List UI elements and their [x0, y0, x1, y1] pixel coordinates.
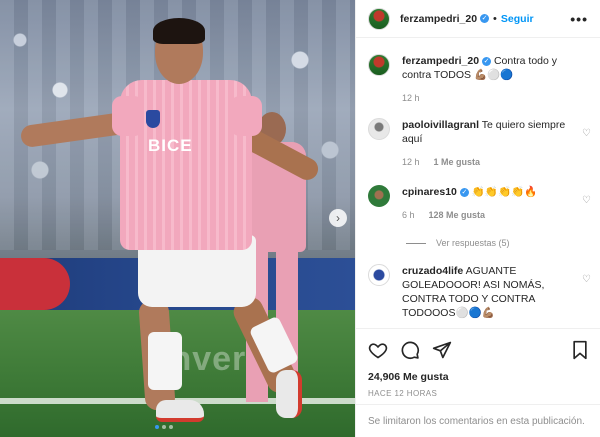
heart-icon[interactable]: ♡: [582, 128, 591, 139]
comments-limited-notice: Se limitaron los comentarios en esta pub…: [356, 404, 600, 437]
comment-time: 12 h: [402, 93, 420, 103]
like-heart-icon[interactable]: [368, 340, 388, 360]
player-left-sock: [148, 332, 182, 390]
author-username[interactable]: ferzampedri_20: [400, 13, 477, 25]
comment-body: ferzampedri_20 ✓ Contra todo y contra TOD…: [402, 54, 572, 105]
header-separator: •: [493, 12, 497, 25]
comment-text: 👏👏👏👏🔥: [471, 186, 538, 198]
comment-likes[interactable]: 128 Me gusta: [429, 208, 486, 222]
comment-body: paoloivillagranl Te quiero siempre aquí …: [402, 118, 572, 169]
post-actions: 24,906 Me gusta HACE 12 HORAS: [356, 328, 600, 398]
view-replies-label: Ver respuestas (5): [436, 238, 510, 248]
avatar[interactable]: [368, 7, 390, 30]
comment-time: 12 h: [402, 157, 420, 167]
comment: paoloivillagranl Te quiero siempre aquí …: [368, 118, 593, 169]
avatar[interactable]: [368, 54, 390, 76]
carousel-dots: [155, 425, 173, 429]
player-right-sleeve: [230, 96, 262, 136]
avatar[interactable]: [368, 185, 390, 207]
carousel-dot: [162, 425, 166, 429]
comment-username[interactable]: cpinares10: [402, 186, 457, 198]
post-timestamp[interactable]: HACE 12 HORAS: [368, 389, 589, 398]
comment: cpinares10 ✓ 👏👏👏👏🔥 6 h 128 Me gusta ♡: [368, 185, 593, 222]
comment-meta: 12 h: [402, 91, 572, 105]
verified-badge-icon: ✓: [482, 57, 492, 66]
follow-button[interactable]: Seguir: [501, 13, 534, 25]
comment-meta: 12 h 1 Me gusta: [402, 155, 572, 169]
main-player: BICE: [19, 10, 322, 437]
post-photo[interactable]: inversio BICE ›: [0, 0, 355, 437]
heart-icon[interactable]: ♡: [582, 195, 591, 206]
post-sidebar: ferzampedri_20 ✓ • Seguir ••• ferzampedr…: [355, 0, 600, 437]
carousel-next-icon[interactable]: ›: [329, 209, 347, 227]
comment-username[interactable]: ferzampedri_20: [402, 55, 479, 67]
action-icons: [368, 339, 589, 361]
verified-badge-icon: ✓: [480, 14, 490, 23]
comment-username[interactable]: cruzado4life: [402, 265, 463, 277]
verified-badge-icon: ✓: [459, 188, 469, 197]
comment-icon[interactable]: [400, 340, 420, 360]
carousel-dot: [155, 425, 159, 429]
share-icon[interactable]: [432, 340, 452, 360]
comment-body: cruzado4life AGUANTE GOLEADOOOR! ASI NOM…: [402, 264, 572, 320]
player-hair: [153, 18, 205, 44]
replies-divider: [406, 242, 426, 244]
bookmark-icon[interactable]: [571, 340, 589, 360]
comments-list: ferzampedri_20 ✓ Contra todo y contra TOD…: [356, 38, 600, 326]
carousel-dot: [169, 425, 173, 429]
avatar[interactable]: [368, 264, 390, 286]
more-options-icon[interactable]: •••: [570, 11, 588, 27]
comment: cruzado4life AGUANTE GOLEADOOOR! ASI NOM…: [368, 264, 593, 320]
comment-meta: 6 h 128 Me gusta: [402, 208, 572, 222]
comment-body: cpinares10 ✓ 👏👏👏👏🔥 6 h 128 Me gusta: [402, 185, 572, 222]
like-count[interactable]: 24,906 Me gusta: [368, 371, 589, 383]
avatar[interactable]: [368, 118, 390, 140]
comment-time: 6 h: [402, 210, 415, 220]
post-header: ferzampedri_20 ✓ • Seguir •••: [356, 0, 600, 38]
view-replies-button[interactable]: Ver respuestas (5): [406, 238, 510, 248]
player-left-boot: [156, 400, 204, 422]
player-left-sleeve: [112, 96, 144, 136]
shirt-sponsor-text: BICE: [148, 136, 193, 155]
instagram-post: inversio BICE › ferzampedri_20 ✓ • Segui…: [0, 0, 600, 437]
player-right-boot: [276, 370, 302, 418]
heart-icon[interactable]: ♡: [582, 274, 591, 285]
comment-likes[interactable]: 1 Me gusta: [434, 155, 481, 169]
caption: ferzampedri_20 ✓ Contra todo y contra TOD…: [368, 54, 593, 105]
club-crest: [146, 110, 160, 128]
comment-username[interactable]: paoloivillagranl: [402, 119, 479, 131]
